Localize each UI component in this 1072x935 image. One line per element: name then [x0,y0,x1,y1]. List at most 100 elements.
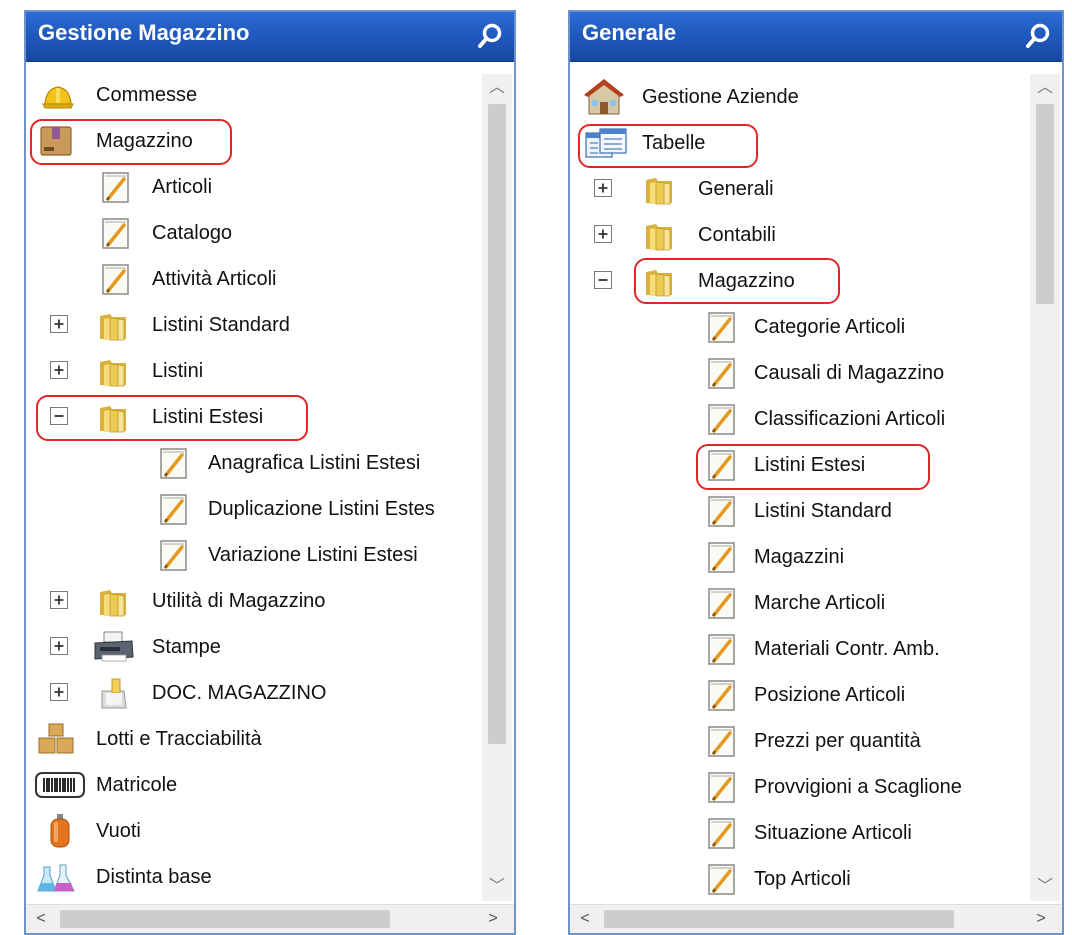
folder-icon [101,678,127,709]
tree-item-materiali-contr-amb[interactable]: Materiali Contr. Amb. [570,626,1022,672]
printer-icon [94,631,134,662]
notepad-icon [704,723,740,759]
expand-plus-icon[interactable] [50,683,68,701]
tree-item-tabelle[interactable]: Tabelle [570,120,1022,166]
tree-item-label: DOC. MAGAZZINO [152,682,327,704]
vertical-scrollbar[interactable]: ︿ ﹀ [482,74,512,901]
tree-item-provvigioni-a-scaglione[interactable]: Provvigioni a Scaglione [570,764,1022,810]
expand-plus-icon[interactable] [594,225,612,243]
folder-icon [96,307,132,343]
notepad-icon [704,631,740,667]
tree-item-generali[interactable]: Generali [570,166,1022,212]
tree-item-doc-magazzino[interactable]: DOC. MAGAZZINO [26,670,474,716]
tree-item-contabili[interactable]: Contabili [570,212,1022,258]
notepad-icon [704,401,740,437]
scroll-up-icon[interactable]: ︿ [1030,74,1060,102]
navigation-tree: Commesse Magazzino Articoli Catalogo Att… [26,70,474,901]
notepad-icon [704,447,740,483]
tree-item-label: Magazzino [698,270,795,292]
tree-item-listini-estesi[interactable]: Listini Estesi [26,394,474,440]
collapse-minus-icon[interactable] [50,407,68,425]
notepad-icon [704,309,740,345]
tree-item-categorie-articoli[interactable]: Categorie Articoli [570,304,1022,350]
generale-panel: Generale Gestione Aziende Tabelle Genera… [568,10,1064,935]
scroll-left-icon[interactable]: < [26,905,56,933]
tree-item-label: Causali di Magazzino [754,362,945,384]
tree-item-listini-estesi[interactable]: Listini Estesi [570,442,1022,488]
tree-item-label: Distinta base [96,866,212,888]
tree-item-label: Posizione Articoli [754,684,906,706]
tree-item-label: Top Articoli [754,868,851,890]
collapse-minus-icon[interactable] [594,271,612,289]
tree-item-lotti-e-tracciabilita[interactable]: Lotti e Tracciabilità [26,716,474,762]
folder-icon [96,353,132,389]
boxes-icon [38,723,74,754]
tree-item-magazzino[interactable]: Magazzino [26,118,474,164]
folder-icon [642,171,678,207]
tree-item-vuoti[interactable]: Vuoti [26,808,474,854]
expand-plus-icon[interactable] [50,315,68,333]
tree-item-situazione-articoli[interactable]: Situazione Articoli [570,810,1022,856]
expand-plus-icon[interactable] [594,179,612,197]
tree-item-duplicazione-listini-estesi[interactable]: Duplicazione Listini Estes [26,486,474,532]
panel-title: Generale [582,20,677,45]
tree-item-commesse[interactable]: Commesse [26,72,474,118]
tree-item-label: Materiali Contr. Amb. [754,638,940,660]
tree-item-label: Utilità di Magazzino [152,590,326,612]
scrollbar-thumb[interactable] [60,910,390,928]
tree-item-attivita-articoli[interactable]: Attività Articoli [26,256,474,302]
tree-item-causali-di-magazzino[interactable]: Causali di Magazzino [570,350,1022,396]
tree-item-label: Marche Articoli [754,592,886,614]
scrollbar-thumb[interactable] [488,104,506,744]
tree-item-label: Generali [698,178,774,200]
gestione-magazzino-panel: Gestione Magazzino Commesse Magazzino Ar… [24,10,516,935]
notepad-icon [98,215,134,251]
tree-item-utilita-di-magazzino[interactable]: Utilità di Magazzino [26,578,474,624]
tree-item-magazzini[interactable]: Magazzini [570,534,1022,580]
tree-item-posizione-articoli[interactable]: Posizione Articoli [570,672,1022,718]
notepad-icon [156,491,192,527]
notepad-icon [704,585,740,621]
tree-item-classificazioni-articoli[interactable]: Classificazioni Articoli [570,396,1022,442]
expand-plus-icon[interactable] [50,361,68,379]
tree-item-articoli[interactable]: Articoli [26,164,474,210]
tree-item-listini[interactable]: Listini [26,348,474,394]
vertical-scrollbar[interactable]: ︿ ﹀ [1030,74,1060,901]
tree-item-variazione-listini-estesi[interactable]: Variazione Listini Estesi [26,532,474,578]
search-icon[interactable] [476,21,506,51]
tree-item-marche-articoli[interactable]: Marche Articoli [570,580,1022,626]
scroll-right-icon[interactable]: > [1026,905,1056,933]
tree-item-gestione-aziende[interactable]: Gestione Aziende [570,74,1022,120]
tree-item-label: Classificazioni Articoli [754,408,946,430]
scroll-down-icon[interactable]: ﹀ [482,873,512,901]
tree-item-catalogo[interactable]: Catalogo [26,210,474,256]
tree-item-matricole[interactable]: Matricole [26,762,474,808]
scroll-right-icon[interactable]: > [478,905,508,933]
hardhat-icon [42,86,74,109]
tree-item-listini-standard[interactable]: Listini Standard [570,488,1022,534]
expand-plus-icon[interactable] [50,637,68,655]
expand-plus-icon[interactable] [50,591,68,609]
tree-item-distinta-base[interactable]: Distinta base [26,854,474,900]
horizontal-scrollbar[interactable]: < > [570,904,1062,933]
tree-item-top-articoli[interactable]: Top Articoli [570,856,1022,901]
scroll-left-icon[interactable]: < [570,905,600,933]
scroll-down-icon[interactable]: ﹀ [1030,873,1060,901]
tree-item-anagrafica-listini-estesi[interactable]: Anagrafica Listini Estesi [26,440,474,486]
tree-item-label: Magazzini [754,546,845,568]
tree-item-label: Commesse [96,84,198,106]
folder-icon [96,583,132,619]
tree-item-magazzino[interactable]: Magazzino [570,258,1022,304]
gas-bottle-icon [50,814,70,848]
search-icon[interactable] [1024,21,1054,51]
scroll-up-icon[interactable]: ︿ [482,74,512,102]
scrollbar-thumb[interactable] [1036,104,1054,304]
tree-item-stampe[interactable]: Stampe [26,624,474,670]
notepad-icon [156,445,192,481]
tree-item-listini-standard[interactable]: Listini Standard [26,302,474,348]
tree-item-prezzi-per-quantita[interactable]: Prezzi per quantità [570,718,1022,764]
tree-item-label: Listini Estesi [754,454,866,476]
scrollbar-thumb[interactable] [604,910,954,928]
horizontal-scrollbar[interactable]: < > [26,904,514,933]
panel-header: Gestione Magazzino [26,12,514,62]
